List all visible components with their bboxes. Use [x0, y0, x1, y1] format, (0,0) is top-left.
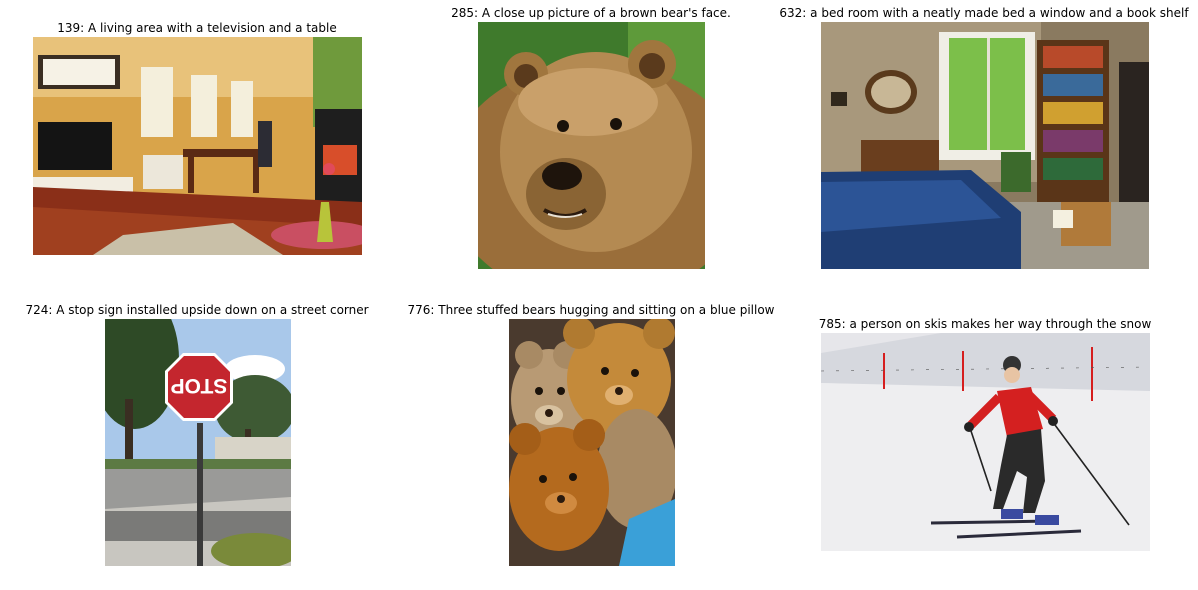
- figure-caption: 139: A living area with a television and…: [57, 21, 337, 35]
- living-room-photo: [33, 37, 362, 255]
- figure-caption: 632: a bed room with a neatly made bed a…: [779, 6, 1189, 20]
- stuffed-bears-photo: [509, 319, 675, 566]
- figure-caption: 285: A close up picture of a brown bear'…: [451, 6, 731, 20]
- stop-sign-photo: STOP: [105, 319, 291, 566]
- skier-photo: [821, 333, 1150, 551]
- figure-caption: 785: a person on skis makes her way thro…: [818, 317, 1152, 331]
- bedroom-photo: [821, 22, 1149, 269]
- figure-caption: 776: Three stuffed bears hugging and sit…: [407, 303, 775, 317]
- brown-bear-photo: [478, 22, 705, 269]
- stop-sign-text: STOP: [171, 374, 228, 397]
- figure-caption: 724: A stop sign installed upside down o…: [25, 303, 369, 317]
